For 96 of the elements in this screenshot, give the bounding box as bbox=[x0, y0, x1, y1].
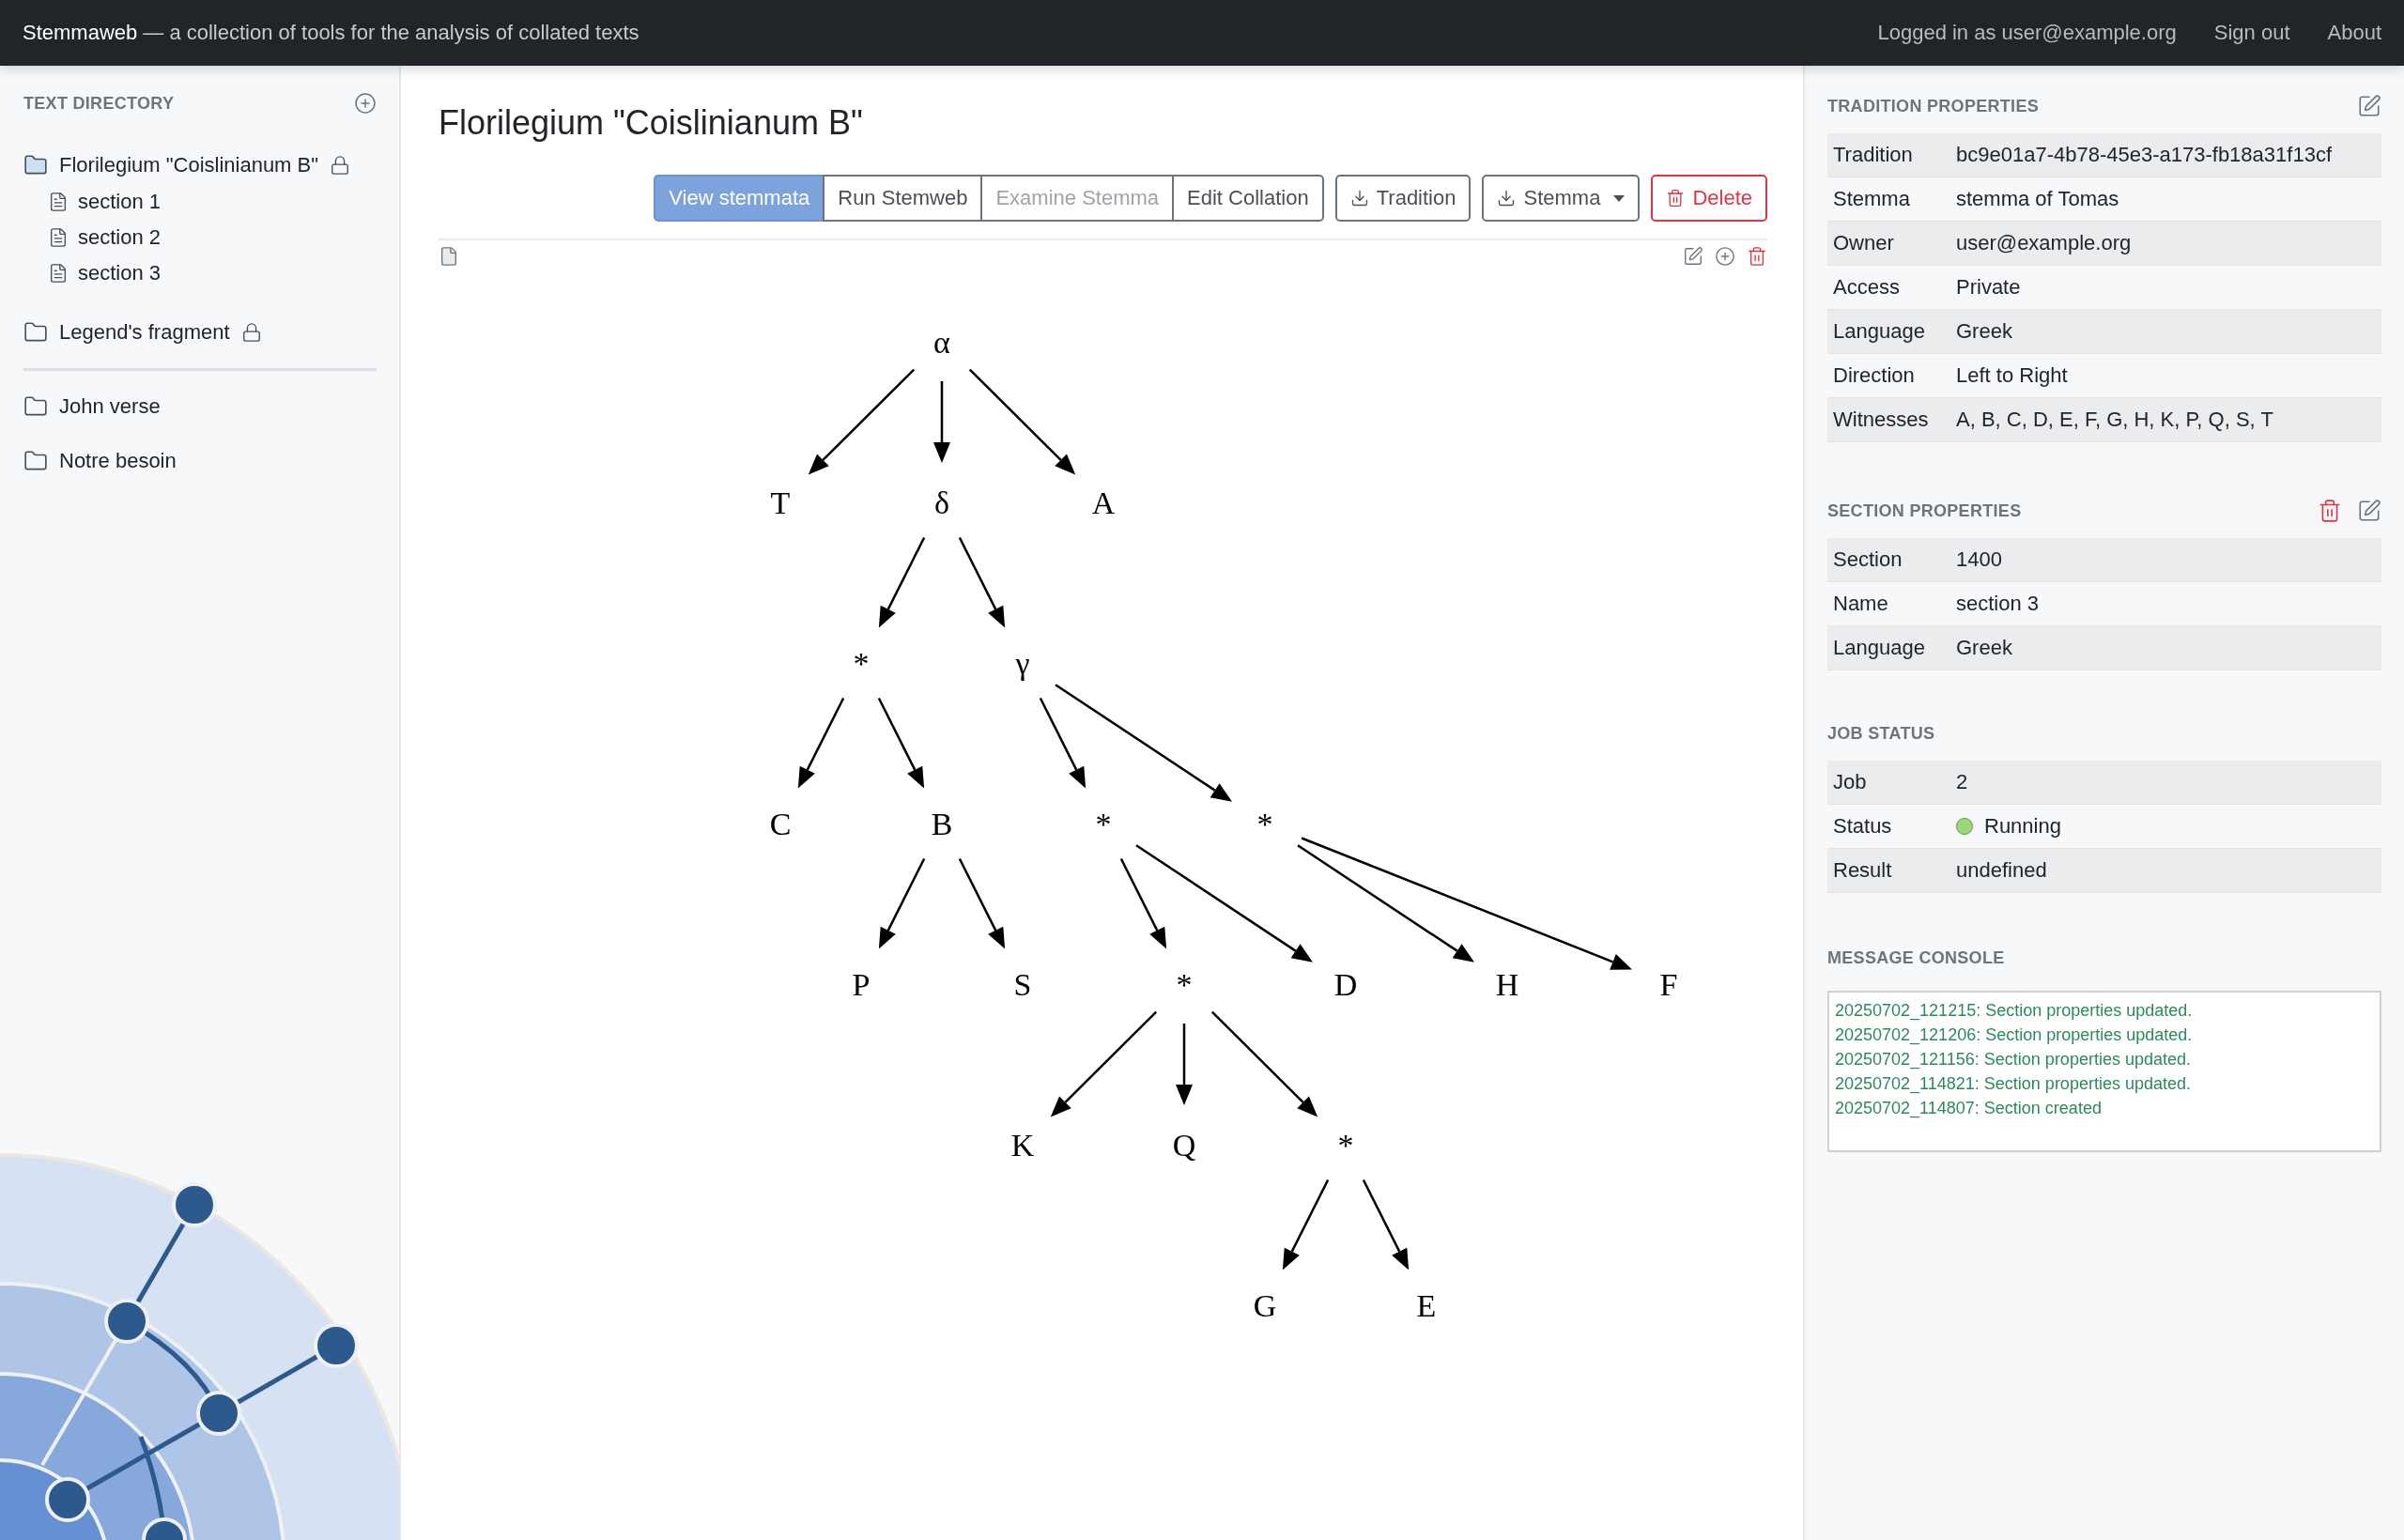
property-value: Running bbox=[1984, 814, 2061, 839]
witness-label: * bbox=[1337, 1128, 1354, 1163]
property-value: 1400 bbox=[1956, 547, 2002, 572]
view-tab[interactable]: Edit Collation bbox=[1172, 175, 1324, 222]
witness-label: S bbox=[1013, 967, 1032, 1002]
edit-icon[interactable] bbox=[1683, 246, 1703, 267]
tradition-link[interactable]: Florilegium "Coislinianum B" bbox=[59, 153, 319, 177]
property-label: Witnesses bbox=[1832, 408, 1930, 432]
property-label: Section bbox=[1832, 547, 1903, 572]
section-heading: TRADITION PROPERTIES bbox=[1827, 96, 2039, 116]
property-value: Greek bbox=[1956, 319, 2012, 344]
tradition-link[interactable]: Notre besoin bbox=[59, 449, 177, 473]
witness-label: F bbox=[1659, 967, 1678, 1002]
property-value: 2 bbox=[1956, 770, 1968, 794]
witness-label: G bbox=[1253, 1288, 1277, 1323]
tradition-link[interactable]: Legend's fragment bbox=[59, 320, 230, 345]
nav-link[interactable]: Sign out bbox=[2213, 21, 2290, 45]
tagline: — a collection of tools for the analysis of collated texts bbox=[143, 21, 640, 45]
view-tab[interactable]: Run Stemweb bbox=[823, 175, 983, 222]
tradition-row[interactable]: Legend's fragment bbox=[23, 314, 377, 351]
document-icon bbox=[48, 192, 69, 212]
trash-icon bbox=[1666, 189, 1686, 208]
property-label: Direction bbox=[1832, 363, 1916, 388]
witness-label: E bbox=[1416, 1288, 1437, 1323]
console-message: 20250702_114821: Section properties updated. bbox=[1835, 1073, 2192, 1096]
property-value: Private bbox=[1956, 275, 2021, 300]
section-heading: JOB STATUS bbox=[1827, 723, 1935, 744]
section-heading: MESSAGE CONSOLE bbox=[1827, 947, 2005, 968]
delete-icon[interactable] bbox=[2318, 499, 2342, 523]
witness-label: δ bbox=[934, 485, 949, 520]
tradition-row[interactable]: Florilegium "Coislinianum B" bbox=[23, 146, 377, 184]
login-status: Logged in as user@example.org bbox=[1877, 21, 2177, 45]
console-message: 20250702_114807: Section created bbox=[1835, 1098, 2103, 1120]
witness-label: * bbox=[1095, 807, 1112, 841]
property-label: Tradition bbox=[1832, 143, 1914, 167]
property-value: A, B, C, D, E, F, G, H, K, P, Q, S, T bbox=[1956, 408, 2273, 432]
witness-label: Q bbox=[1172, 1128, 1196, 1163]
property-value: bc9e01a7-4b78-45e3-a173-fb18a31f13cf bbox=[1956, 143, 2332, 167]
delete-icon[interactable] bbox=[1747, 246, 1767, 267]
witness-label: D bbox=[1333, 967, 1358, 1002]
property-label: Stemma bbox=[1832, 187, 1911, 211]
console-message: 20250702_121215: Section properties updated. bbox=[1835, 1000, 2194, 1023]
add-icon[interactable] bbox=[1715, 246, 1735, 267]
section-heading: SECTION PROPERTIES bbox=[1827, 500, 2022, 521]
witness-label: α bbox=[933, 325, 950, 360]
property-value: Greek bbox=[1956, 636, 2012, 660]
witness-label: P bbox=[852, 967, 871, 1002]
document-icon bbox=[439, 246, 459, 267]
download-icon bbox=[1497, 189, 1517, 208]
section-link[interactable]: section 1 bbox=[78, 190, 162, 214]
page-title: Florilegium "Coislinianum B" bbox=[439, 103, 864, 143]
property-value: user@example.org bbox=[1956, 231, 2132, 255]
witness-label: * bbox=[853, 646, 870, 681]
witness-label: B bbox=[931, 807, 953, 841]
section-link[interactable]: section 3 bbox=[78, 261, 162, 285]
download-button[interactable]: Tradition bbox=[1334, 175, 1472, 222]
download-icon bbox=[1349, 189, 1369, 208]
witness-label: * bbox=[1256, 807, 1273, 841]
property-label: Language bbox=[1832, 319, 1926, 344]
witness-label: K bbox=[1010, 1128, 1035, 1163]
dropdown-button[interactable]: Stemma bbox=[1482, 175, 1641, 222]
section-link[interactable]: section 2 bbox=[78, 225, 162, 250]
property-label: Name bbox=[1832, 592, 1889, 616]
nav-link[interactable]: About bbox=[2327, 21, 2381, 45]
property-value: section 3 bbox=[1956, 592, 2040, 616]
property-label: Access bbox=[1832, 275, 1901, 300]
add-icon[interactable] bbox=[354, 92, 377, 115]
property-value: Left to Right bbox=[1956, 363, 2068, 388]
document-icon bbox=[48, 227, 69, 248]
caret-icon bbox=[1613, 194, 1626, 202]
witness-label: A bbox=[1091, 485, 1116, 520]
lock-icon bbox=[240, 322, 262, 343]
property-label: Job bbox=[1832, 770, 1868, 794]
sidebar-heading: TEXT DIRECTORY bbox=[23, 93, 175, 114]
tradition-row[interactable]: John verse bbox=[23, 388, 377, 425]
witness-label: H bbox=[1495, 967, 1519, 1002]
tradition-row[interactable]: Notre besoin bbox=[23, 442, 377, 480]
lock-icon bbox=[330, 155, 351, 176]
document-icon bbox=[48, 263, 69, 284]
witness-label: T bbox=[770, 485, 791, 520]
property-label: Owner bbox=[1832, 231, 1895, 255]
witness-label: γ bbox=[1015, 646, 1030, 681]
tradition-link[interactable]: John verse bbox=[59, 394, 161, 419]
brand-name: Stemmaweb bbox=[23, 21, 138, 45]
witness-label: * bbox=[1176, 967, 1193, 1002]
console-message: 20250702_121206: Section properties updated. bbox=[1835, 1024, 2194, 1047]
property-value: undefined bbox=[1956, 858, 2047, 883]
witness-label: C bbox=[769, 807, 792, 841]
edit-icon[interactable] bbox=[2357, 499, 2381, 523]
property-label: Result bbox=[1832, 858, 1893, 883]
property-label: Language bbox=[1832, 636, 1926, 660]
property-value: stemma of Tomas bbox=[1956, 187, 2119, 211]
console-message: 20250702_121156: Section properties updated. bbox=[1835, 1049, 2192, 1071]
delete-button[interactable]: Delete bbox=[1651, 175, 1767, 222]
edit-icon[interactable] bbox=[2357, 94, 2381, 118]
property-label: Status bbox=[1832, 814, 1893, 839]
